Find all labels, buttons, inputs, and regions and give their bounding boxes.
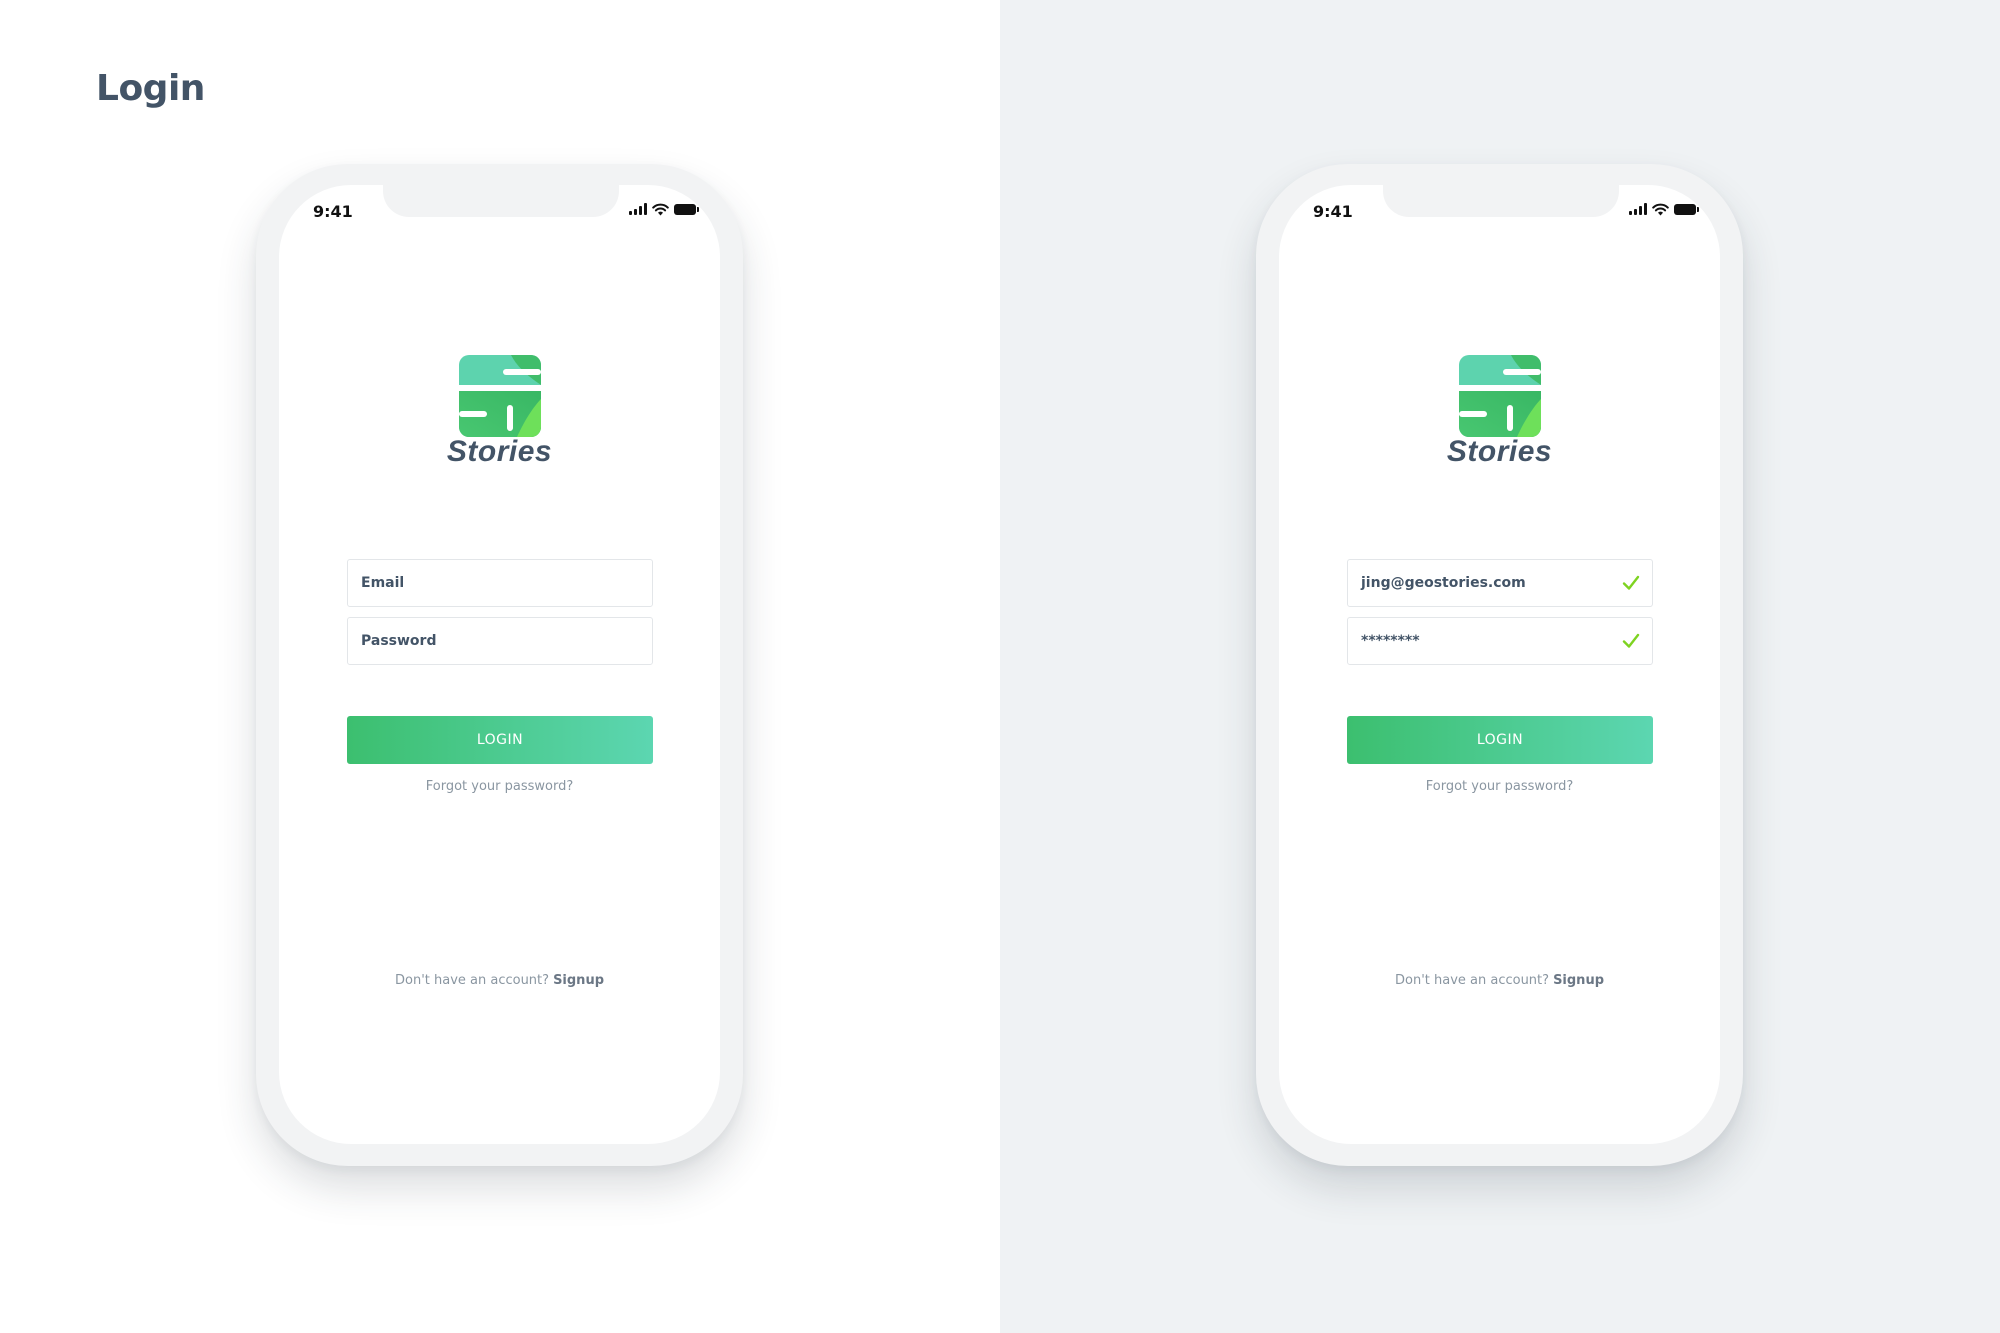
login-button[interactable]: LOGIN xyxy=(1347,716,1653,764)
signup-link[interactable]: Signup xyxy=(1553,973,1604,988)
phone-notch xyxy=(383,185,619,217)
password-value: ******** xyxy=(1361,633,1420,649)
battery-icon xyxy=(674,203,699,215)
login-button[interactable]: LOGIN xyxy=(347,716,653,764)
stories-logo-icon xyxy=(1459,355,1541,437)
check-icon xyxy=(1622,575,1640,590)
status-time: 9:41 xyxy=(1313,202,1353,221)
wifi-icon xyxy=(1652,203,1669,215)
stories-logo-icon xyxy=(459,355,541,437)
forgot-password-link[interactable]: Forgot your password? xyxy=(1279,779,1720,794)
password-input[interactable]: ******** xyxy=(1347,617,1653,665)
check-icon xyxy=(1622,633,1640,648)
phone-screen: 9:41 xyxy=(279,185,720,1144)
phone-screen: 9:41 xyxy=(1279,185,1720,1144)
page-title: Login xyxy=(96,68,205,109)
password-input[interactable]: Password xyxy=(347,617,653,665)
password-placeholder: Password xyxy=(361,633,437,649)
logo-wordmark: Stories xyxy=(446,435,553,468)
phone-empty-state: 9:41 Stories Email Password LOGIN Forgot… xyxy=(256,164,743,1166)
signal-icon xyxy=(629,203,647,215)
forgot-password-link[interactable]: Forgot your password? xyxy=(279,779,720,794)
email-input[interactable]: jing@geostories.com xyxy=(1347,559,1653,607)
signup-link[interactable]: Signup xyxy=(553,973,604,988)
status-icons xyxy=(1629,202,1699,216)
signup-prompt: Don't have an account? xyxy=(1394,973,1550,988)
signup-row: Don't have an account? Signup xyxy=(1279,973,1720,988)
signup-row: Don't have an account? Signup xyxy=(279,973,720,988)
signup-prompt: Don't have an account? xyxy=(394,973,550,988)
phone-filled-state: 9:41 Stories jing@geostories.com *******… xyxy=(1256,164,1743,1166)
logo-wordmark: Stories xyxy=(1446,435,1553,468)
email-placeholder: Email xyxy=(361,575,405,591)
wifi-icon xyxy=(652,203,669,215)
email-input[interactable]: Email xyxy=(347,559,653,607)
status-icons xyxy=(629,202,699,216)
email-value: jing@geostories.com xyxy=(1361,575,1526,591)
battery-icon xyxy=(1674,203,1699,215)
phone-notch xyxy=(1383,185,1619,217)
signal-icon xyxy=(1629,203,1647,215)
status-time: 9:41 xyxy=(313,202,353,221)
